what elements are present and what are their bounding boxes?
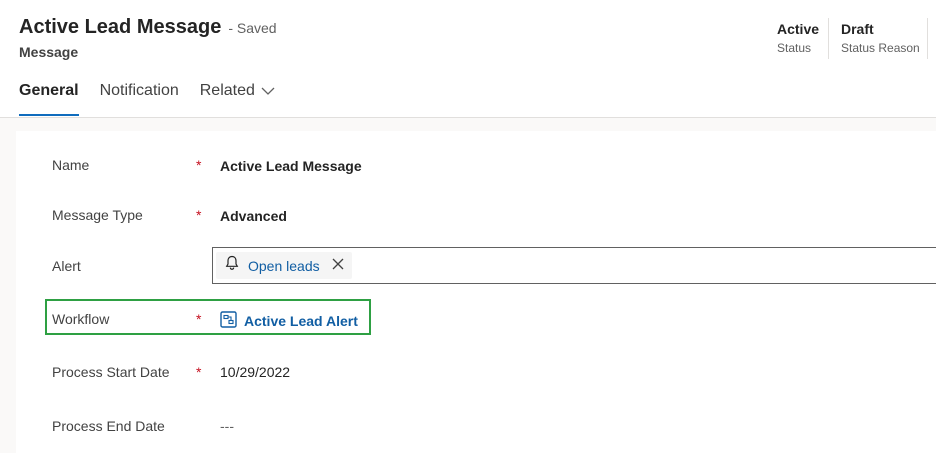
required-indicator: * <box>196 207 202 223</box>
field-label: Process End Date <box>52 418 165 434</box>
field-label: Name <box>52 157 90 173</box>
status-label: Status <box>777 41 812 55</box>
header-divider <box>927 18 928 59</box>
save-status: - Saved <box>228 20 277 36</box>
close-icon[interactable] <box>332 257 344 275</box>
tab-label: Notification <box>99 82 179 99</box>
workflow-highlight-box <box>45 299 371 335</box>
form-section: Name * Active Lead Message Message Type … <box>16 131 936 453</box>
status-value: Active <box>777 21 820 37</box>
alert-lookup-chip[interactable]: Open leads <box>216 252 352 279</box>
field-label: Process Start Date <box>52 364 170 380</box>
process-start-date-value[interactable]: 10/29/2022 <box>220 364 290 380</box>
field-label: Alert <box>52 258 81 274</box>
record-title: Active Lead Message <box>19 16 222 38</box>
header-divider <box>828 18 829 59</box>
status-reason-label: Status Reason <box>841 41 920 55</box>
status-reason-value: Draft <box>841 21 874 37</box>
header-field-status: Active Status <box>777 21 819 55</box>
header-field-status-reason: Draft Status Reason <box>841 21 920 55</box>
tab-related[interactable]: Related <box>200 82 275 116</box>
required-indicator: * <box>196 157 202 173</box>
title-row: Active Lead Message - Saved <box>19 16 277 39</box>
tab-label: Related <box>199 82 255 100</box>
process-end-date-value[interactable]: --- <box>220 418 234 434</box>
chevron-down-icon <box>261 82 275 100</box>
field-label: Message Type <box>52 207 143 223</box>
alert-lookup-input[interactable]: Open leads <box>212 247 936 284</box>
alert-lookup-value[interactable]: Open leads <box>248 258 320 274</box>
name-value[interactable]: Active Lead Message <box>220 158 362 174</box>
message-type-value[interactable]: Advanced <box>220 208 287 224</box>
required-indicator: * <box>196 364 202 380</box>
tab-list: General Notification Related <box>19 82 296 116</box>
tab-notification[interactable]: Notification <box>100 82 179 116</box>
entity-name: Message <box>19 44 79 60</box>
record-header: Active Lead Message - Saved Message Acti… <box>0 0 936 118</box>
tab-general[interactable]: General <box>19 82 79 116</box>
bell-icon <box>224 255 240 276</box>
tab-label: General <box>19 82 79 99</box>
